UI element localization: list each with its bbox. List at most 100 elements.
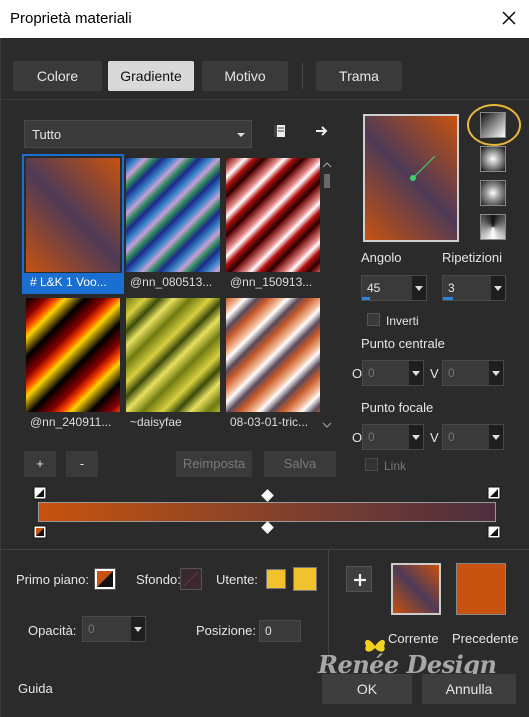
position-value: 0 [265, 624, 272, 638]
link-label: Link [384, 459, 407, 473]
reset-button[interactable]: Reimposta [176, 451, 252, 477]
opacity-label: Opacità: [28, 623, 77, 638]
current-gradient-swatch[interactable] [391, 563, 441, 615]
focal-v-value: 0 [448, 430, 455, 444]
current-label: Corrente [388, 631, 439, 646]
gradient-tile-label: @nn_150913... [230, 275, 313, 289]
gradient-gallery: # L&K 1 Voo... @nn_080513... @nn_150913.… [22, 154, 322, 432]
link-checkbox[interactable] [365, 458, 378, 471]
rectangular-gradient-type-button[interactable] [480, 146, 506, 172]
gradient-tile-label: 08-03-01-tric... [230, 415, 309, 429]
gradient-tile[interactable]: # L&K 1 Voo... [22, 154, 124, 294]
foreground-label: Primo piano: [16, 572, 89, 587]
gradient-preview[interactable] [363, 114, 459, 242]
gradient-category-select[interactable]: Tutto [24, 120, 252, 148]
angle-label: Angolo [361, 250, 402, 265]
gradient-tile[interactable]: @nn_240911... [24, 296, 122, 432]
gradient-tile[interactable]: 08-03-01-tric... [224, 296, 322, 432]
foreground-swatch[interactable] [94, 568, 116, 590]
tab-divider [302, 63, 303, 89]
focal-o-spinbox[interactable]: 0 [362, 424, 424, 450]
linear-gradient-type-button[interactable] [480, 112, 506, 138]
center-v-spinbox[interactable]: 0 [442, 360, 504, 386]
add-gradient-button[interactable]: + [24, 451, 56, 477]
color-stop-marker-top-right[interactable] [487, 486, 501, 500]
scrollbar-thumb[interactable] [324, 174, 330, 188]
gradient-tile[interactable]: @nn_150913... [224, 156, 322, 292]
background-swatch[interactable] [180, 568, 202, 590]
folder-icon[interactable] [272, 123, 288, 139]
tab-trama[interactable]: Trama [316, 61, 402, 91]
tab-gradiente[interactable]: Gradiente [108, 61, 194, 91]
gradient-swatch [26, 158, 120, 272]
gradient-tile-label: ~daisyfae [130, 415, 182, 429]
cancel-button[interactable]: Annulla [422, 674, 516, 704]
tab-colore[interactable]: Colore [13, 61, 102, 91]
sunburst-gradient-type-button[interactable] [480, 214, 506, 240]
focal-point-label: Punto focale [361, 400, 434, 415]
opacity-value: 0 [88, 622, 95, 636]
remove-gradient-button[interactable]: - [66, 451, 98, 477]
position-label: Posizione: [196, 623, 256, 638]
chevron-down-icon[interactable] [131, 617, 145, 641]
center-o-label: O [352, 366, 363, 381]
center-v-label: V [430, 366, 439, 381]
angle-spinbox[interactable]: 45 [361, 275, 427, 301]
previous-color-swatch[interactable] [456, 563, 506, 615]
chevron-down-icon[interactable] [412, 276, 426, 300]
gradient-editor-bar[interactable] [38, 502, 496, 522]
angle-handle-icon[interactable] [365, 116, 457, 240]
gradient-tile[interactable]: @nn_080513... [124, 156, 222, 292]
chevron-down-icon [237, 133, 245, 137]
gallery-scrollbar[interactable] [321, 160, 333, 430]
user-label: Utente: [216, 572, 258, 587]
user-color-swatch[interactable] [266, 569, 286, 589]
save-button[interactable]: Salva [264, 451, 336, 477]
scroll-down-icon[interactable] [322, 420, 332, 430]
position-input[interactable]: 0 [259, 620, 301, 642]
focal-v-spinbox[interactable]: 0 [442, 424, 504, 450]
arrow-right-icon[interactable] [314, 123, 330, 139]
section-divider [0, 549, 529, 550]
repeats-spinbox[interactable]: 3 [442, 275, 506, 301]
window-title: Proprietà materiali [10, 10, 132, 27]
gradient-swatch [226, 158, 320, 272]
gradient-tile[interactable]: ~daisyfae [124, 296, 222, 432]
user-color-swatch-large[interactable] [293, 567, 317, 591]
gradient-tile-label: @nn_240911... [30, 415, 112, 429]
angle-value: 45 [367, 281, 381, 295]
chevron-down-icon[interactable] [489, 361, 503, 385]
add-swatch-button[interactable] [346, 566, 372, 592]
radial-gradient-type-button[interactable] [480, 180, 506, 206]
angle-slider-bar [362, 297, 370, 300]
invert-checkbox[interactable] [367, 313, 380, 326]
color-stop-marker-bottom-left[interactable] [33, 524, 47, 540]
repeats-label: Ripetizioni [442, 250, 502, 265]
close-icon[interactable] [497, 6, 521, 30]
center-o-value: 0 [368, 366, 375, 380]
gradient-category-value: Tutto [32, 127, 62, 142]
chevron-down-icon[interactable] [491, 276, 505, 300]
chevron-down-icon[interactable] [489, 425, 503, 449]
ok-button[interactable]: OK [322, 674, 412, 704]
help-label[interactable]: Guida [18, 681, 53, 696]
focal-v-label: V [430, 430, 439, 445]
focal-o-label: O [352, 430, 363, 445]
gradient-tile-label: @nn_080513... [130, 275, 213, 289]
repeats-slider-bar [443, 297, 453, 300]
chevron-down-icon[interactable] [409, 425, 423, 449]
scroll-up-icon[interactable] [322, 160, 332, 170]
gradient-swatch [126, 298, 220, 412]
title-bar: Proprietà materiali [0, 0, 529, 38]
opacity-spinbox[interactable]: 0 [82, 616, 146, 642]
color-stop-marker-bottom-right[interactable] [487, 524, 501, 540]
chevron-down-icon[interactable] [409, 361, 423, 385]
tab-bar: Colore Gradiente Motivo Trama [0, 38, 529, 100]
focal-o-value: 0 [368, 430, 375, 444]
center-o-spinbox[interactable]: 0 [362, 360, 424, 386]
gradient-swatch [126, 158, 220, 272]
tab-motivo[interactable]: Motivo [202, 61, 288, 91]
gradient-swatch [26, 298, 120, 412]
previous-label: Precedente [452, 631, 519, 646]
color-stop-marker-top-left[interactable] [33, 486, 47, 500]
